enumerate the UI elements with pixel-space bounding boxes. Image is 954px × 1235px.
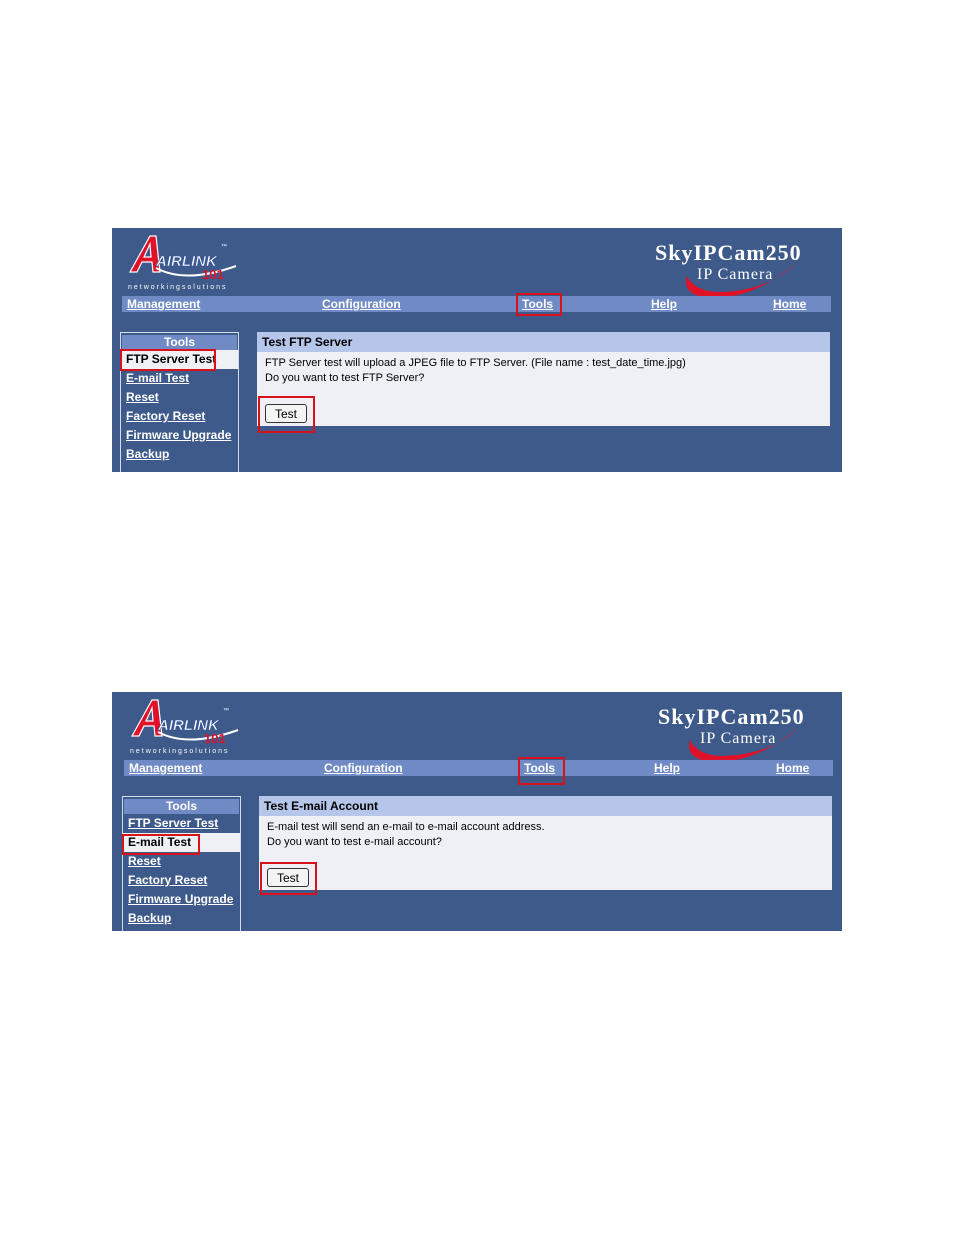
sidebar-item-factory-reset[interactable]: Factory Reset [123,871,240,890]
product-subtitle: IP Camera [700,730,777,747]
panel-description: FTP Server test will upload a JPEG file … [257,352,830,386]
sidebar-header: Tools [122,335,237,350]
sidebar-item-reset[interactable]: Reset [123,852,240,871]
sidebar-item-backup[interactable]: Backup [121,445,238,464]
nav-help[interactable]: Help [651,296,677,312]
top-nav: Management Configuration Tools Help Home [122,296,831,312]
sidebar-header: Tools [124,799,239,814]
nav-configuration[interactable]: Configuration [322,296,401,312]
panel-description: E-mail test will send an e-mail to e-mai… [259,816,832,850]
top-nav: Management Configuration Tools Help Home [124,760,833,776]
nav-tools[interactable]: Tools [524,760,555,776]
svg-text:™: ™ [223,707,229,714]
email-test-panel: Test E-mail Account E-mail test will sen… [259,796,832,890]
nav-tools[interactable]: Tools [522,296,553,312]
sidebar-item-backup[interactable]: Backup [123,909,240,928]
tools-sidebar: Tools FTP Server Test E-mail Test Reset … [122,796,241,931]
logo-tagline: networkingsolutions [130,748,230,755]
logo-number: 101 [204,731,226,746]
product-title: SkyIPCam250 [655,240,802,265]
sidebar-item-firmware-upgrade[interactable]: Firmware Upgrade [121,426,238,445]
airlink-logo-mark: AIRLINK 101 ™ [130,699,239,746]
logo-tagline: networkingsolutions [128,284,228,291]
product-title: SkyIPCam250 [658,704,805,729]
nav-configuration[interactable]: Configuration [324,760,403,776]
nav-home[interactable]: Home [776,760,809,776]
airlink-logo-mark: AIRLINK 101 ™ [128,235,237,282]
ftp-test-panel: Test FTP Server FTP Server test will upl… [257,332,830,426]
sidebar-item-email-test[interactable]: E-mail Test [123,833,240,852]
product-brand: SkyIPCam250 IP Camera [658,704,828,764]
tools-sidebar: Tools FTP Server Test E-mail Test Reset … [120,332,239,472]
sidebar-item-email-test[interactable]: E-mail Test [121,369,238,388]
panel-line-2: Do you want to test e-mail account? [267,836,442,848]
test-ftp-button[interactable]: Test [265,404,307,423]
sidebar-item-ftp-server-test[interactable]: FTP Server Test [121,350,238,369]
panel-title: Test E-mail Account [259,796,832,816]
sidebar-item-factory-reset[interactable]: Factory Reset [121,407,238,426]
email-test-screenshot: AIRLINK 101 ™ networkingsolutions SkyIPC… [112,692,842,931]
test-email-button[interactable]: Test [267,868,309,887]
logo-number: 101 [202,267,224,282]
nav-help[interactable]: Help [654,760,680,776]
product-brand: SkyIPCam250 IP Camera [655,240,825,300]
panel-line-2: Do you want to test FTP Server? [265,372,425,384]
nav-management[interactable]: Management [129,760,202,776]
sidebar-item-reset[interactable]: Reset [121,388,238,407]
airlink-logo: AIRLINK 101 ™ networkingsolutions [126,232,246,294]
nav-management[interactable]: Management [127,296,200,312]
svg-text:™: ™ [221,243,227,250]
nav-home[interactable]: Home [773,296,806,312]
airlink-logo: AIRLINK 101 ™ networkingsolutions [128,696,248,758]
sidebar-item-ftp-server-test[interactable]: FTP Server Test [123,814,240,833]
product-subtitle: IP Camera [697,266,774,283]
panel-line-1: FTP Server test will upload a JPEG file … [265,357,686,369]
panel-line-1: E-mail test will send an e-mail to e-mai… [267,821,545,833]
sidebar-item-firmware-upgrade[interactable]: Firmware Upgrade [123,890,240,909]
ftp-test-screenshot: AIRLINK 101 ™ networkingsolutions SkyIPC… [112,228,842,472]
panel-title: Test FTP Server [257,332,830,352]
